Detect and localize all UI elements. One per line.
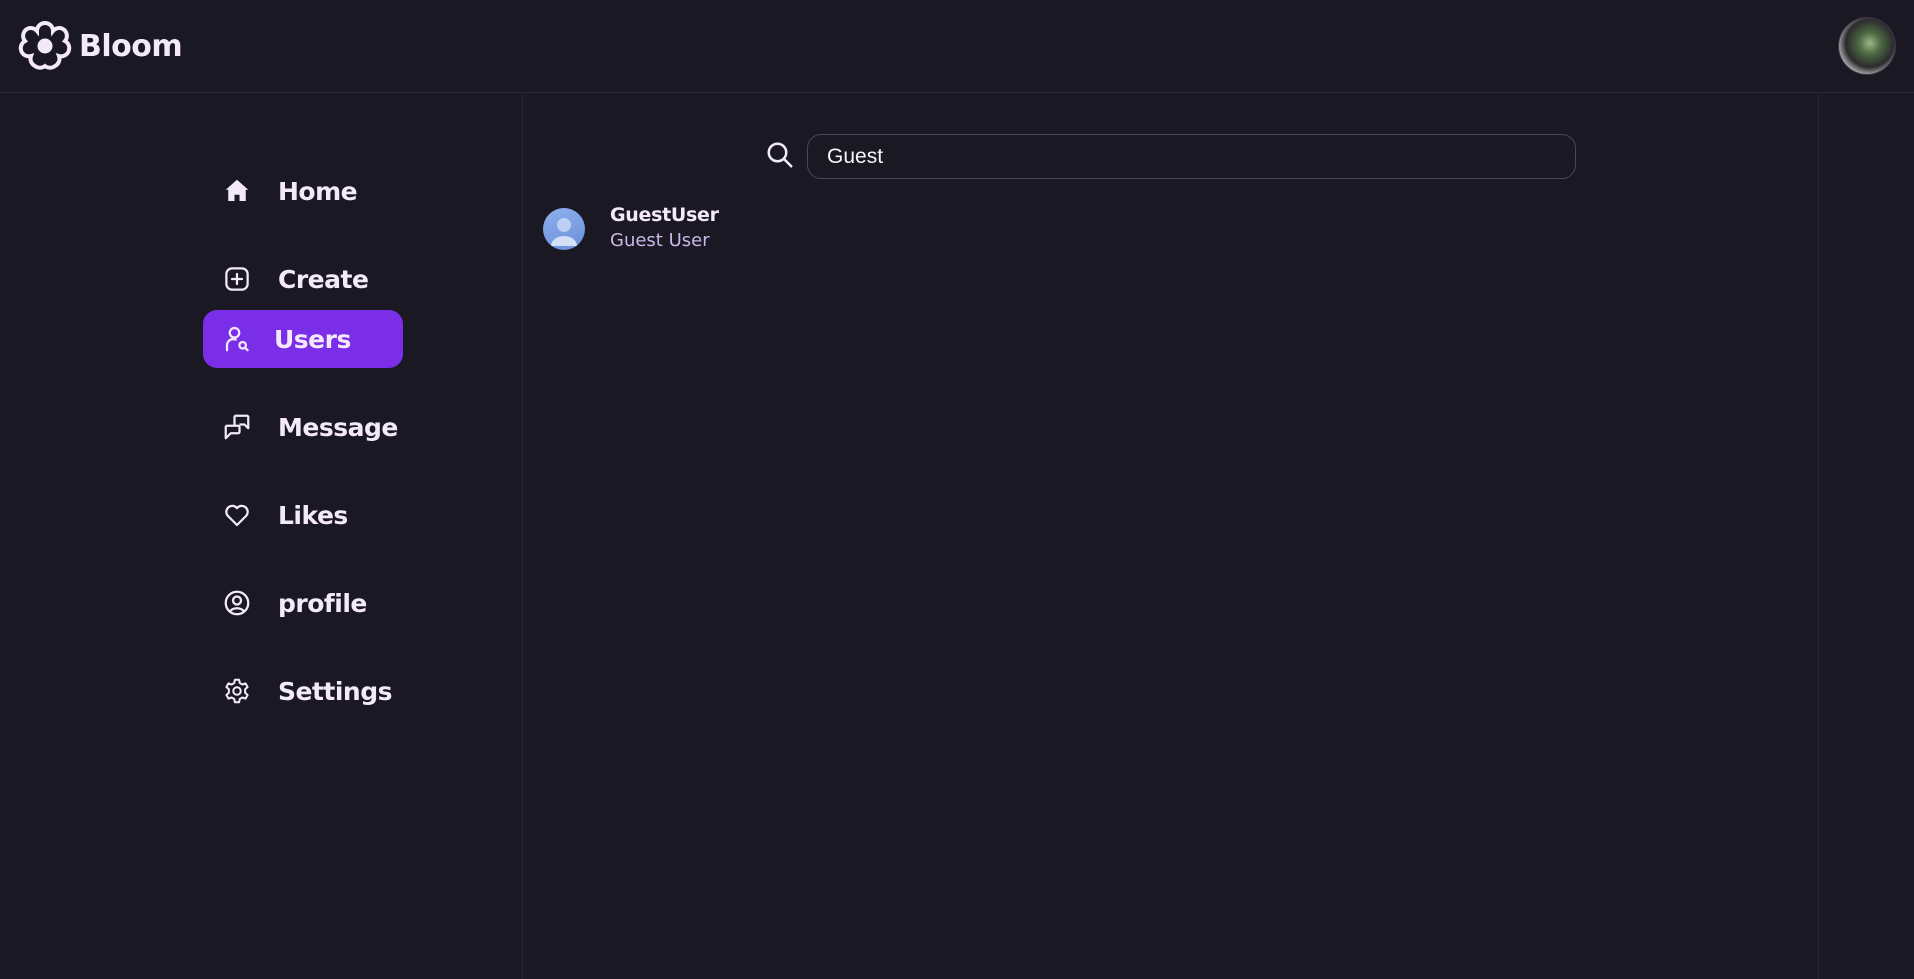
sidebar-item-label: Likes: [278, 500, 348, 530]
app-name: Bloom: [79, 28, 183, 64]
sidebar-item-profile[interactable]: profile: [203, 574, 403, 632]
search-icon: [767, 142, 793, 168]
user-circle-icon: [221, 587, 253, 619]
heart-icon: [221, 499, 253, 531]
sidebar: Home Create Users Message Likes profile: [0, 94, 523, 979]
right-divider: [1818, 94, 1819, 979]
sidebar-item-home[interactable]: Home: [203, 162, 403, 220]
sidebar-item-settings[interactable]: Settings: [203, 662, 403, 720]
chat-bubbles-icon: [221, 411, 253, 443]
user-search-icon: [221, 323, 253, 355]
result-full-name: Guest User: [610, 230, 710, 251]
sidebar-item-label: profile: [278, 588, 367, 618]
sidebar-item-label: Message: [278, 412, 398, 442]
flower-logo-icon: [18, 20, 72, 70]
result-username[interactable]: GuestUser: [610, 203, 719, 227]
sidebar-item-label: Users: [274, 324, 351, 354]
search-input[interactable]: [807, 134, 1576, 179]
plus-square-icon: [221, 263, 253, 295]
sidebar-item-create[interactable]: Create: [203, 250, 403, 308]
list-item[interactable]: GuestUser Guest User: [543, 203, 719, 255]
sidebar-item-label: Create: [278, 264, 369, 294]
app-logo[interactable]: Bloom: [14, 15, 183, 77]
home-icon: [221, 175, 253, 207]
avatar[interactable]: [543, 208, 585, 250]
sidebar-item-label: Settings: [278, 676, 393, 706]
gear-icon: [221, 675, 253, 707]
sidebar-item-likes[interactable]: Likes: [203, 486, 403, 544]
sidebar-item-message[interactable]: Message: [203, 398, 403, 456]
user-avatar[interactable]: [1838, 17, 1896, 75]
top-bar: Bloom: [0, 0, 1914, 93]
sidebar-item-users[interactable]: Users: [203, 310, 403, 368]
sidebar-item-label: Home: [278, 176, 358, 206]
default-user-icon: [551, 218, 577, 246]
